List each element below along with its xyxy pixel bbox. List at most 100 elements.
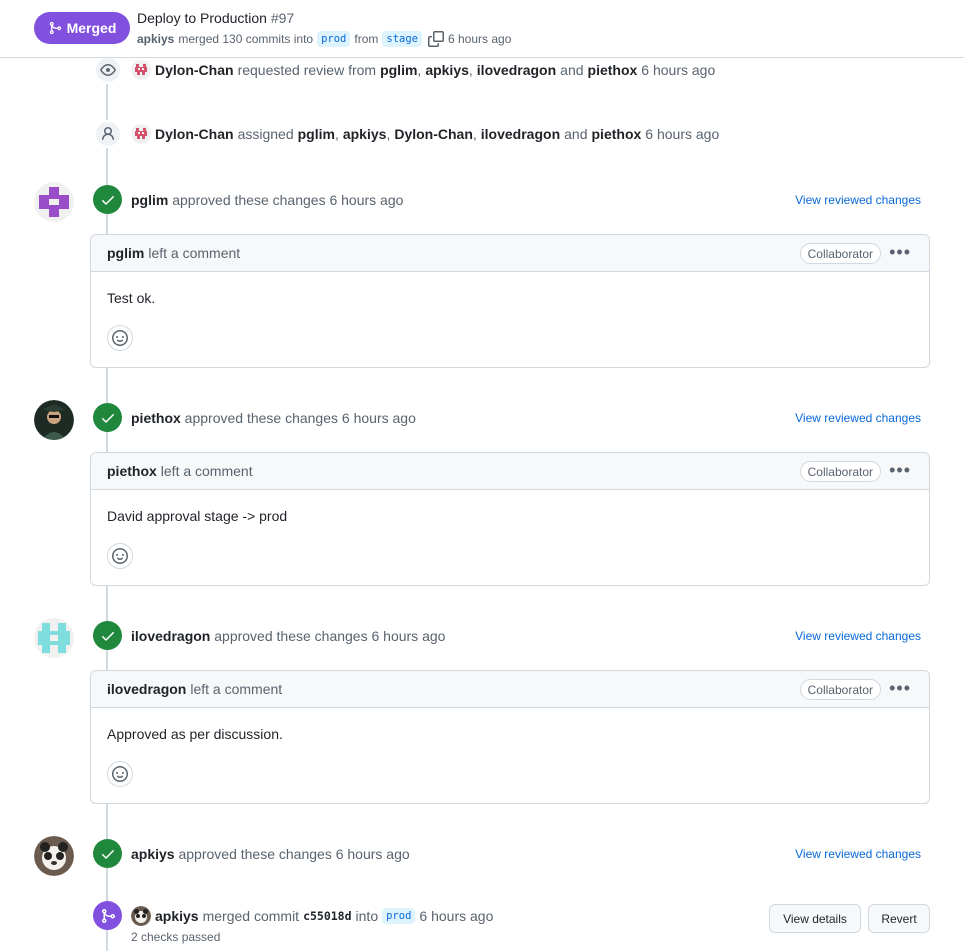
review-time[interactable]: 6 hours ago [371, 628, 445, 644]
comment-body: Test ok. [107, 290, 156, 306]
pr-from-text: from [354, 32, 379, 46]
reviewer-link[interactable]: ilovedragon [477, 62, 556, 78]
pr-title: Deploy to Production #97 [137, 10, 294, 26]
comment-body: Approved as per discussion. [107, 726, 283, 742]
approved-text: approved these changes [214, 628, 368, 644]
comment-author-link[interactable]: ilovedragon [107, 681, 186, 697]
merge-event: apkiys merged commit c55018d into prod 6… [131, 906, 493, 926]
reviewer-link[interactable]: ilovedragon [131, 628, 210, 644]
view-reviewed-changes-link[interactable]: View reviewed changes [795, 193, 921, 207]
reviewer-link[interactable]: apkiys [131, 846, 175, 862]
approved-badge [93, 621, 122, 650]
view-reviewed-changes-link[interactable]: View reviewed changes [795, 411, 921, 425]
reviewer-link[interactable]: pglim [380, 62, 417, 78]
assignee-link[interactable]: apkiys [343, 126, 387, 142]
kebab-horizontal-icon[interactable]: ••• [889, 461, 911, 479]
check-icon [101, 195, 114, 205]
check-icon [101, 631, 114, 641]
kebab-horizontal-icon[interactable]: ••• [889, 243, 911, 261]
approved-badge [93, 185, 122, 214]
eye-icon [100, 64, 116, 76]
collaborator-badge: Collaborator [799, 243, 881, 264]
assignee-link[interactable]: ilovedragon [481, 126, 560, 142]
review-summary: ilovedragon approved these changes 6 hou… [131, 628, 445, 644]
event-time[interactable]: 6 hours ago [419, 908, 493, 924]
actor-link[interactable]: Dylon-Chan [155, 126, 234, 142]
avatar[interactable] [34, 400, 74, 440]
assigned-event: Dylon-Chan assigned pglim, apkiys, Dylon… [131, 124, 719, 144]
actor-link[interactable]: Dylon-Chan [155, 62, 234, 78]
event-action: merged commit [202, 908, 300, 924]
pr-author-link[interactable]: apkiys [137, 32, 174, 46]
collaborator-badge: Collaborator [799, 679, 881, 700]
approved-text: approved these changes [172, 192, 326, 208]
base-branch-chip[interactable]: prod [317, 31, 351, 47]
pr-number: #97 [270, 10, 295, 26]
reviewer-link[interactable]: piethox [131, 410, 181, 426]
head-branch-chip[interactable]: stage [382, 31, 422, 47]
assignee-link[interactable]: Dylon-Chan [394, 126, 473, 142]
reviewer-link[interactable]: pglim [131, 192, 168, 208]
comment-action: left a comment [190, 681, 283, 697]
comment-author-link[interactable]: piethox [107, 463, 157, 479]
smiley-icon [112, 766, 128, 782]
add-reaction-button[interactable] [107, 325, 133, 351]
avatar[interactable] [34, 182, 74, 222]
smiley-icon [112, 330, 128, 346]
reviewer-link[interactable]: piethox [588, 62, 638, 78]
merge-event-badge [93, 901, 122, 930]
avatar[interactable] [131, 906, 151, 926]
review-summary: apkiys approved these changes 6 hours ag… [131, 846, 410, 862]
comment-author-link[interactable]: pglim [107, 245, 144, 261]
avatar[interactable] [131, 124, 151, 144]
avatar[interactable] [131, 60, 151, 80]
assignee-link[interactable]: pglim [298, 126, 335, 142]
review-time[interactable]: 6 hours ago [342, 410, 416, 426]
review-comment: piethox left a comment Collaborator ••• … [90, 452, 930, 586]
event-time[interactable]: 6 hours ago [641, 62, 715, 78]
avatar[interactable] [34, 618, 74, 658]
review-comment: ilovedragon left a comment Collaborator … [90, 670, 930, 804]
merged-label: Merged [66, 20, 117, 36]
review-time[interactable]: 6 hours ago [336, 846, 410, 862]
comment-action: left a comment [160, 463, 253, 479]
revert-button[interactable]: Revert [868, 904, 930, 933]
assigned-badge [94, 120, 122, 148]
event-action: assigned [237, 126, 294, 142]
event-action: requested review from [237, 62, 377, 78]
view-reviewed-changes-link[interactable]: View reviewed changes [795, 629, 921, 643]
avatar[interactable] [34, 836, 74, 876]
collaborator-badge: Collaborator [799, 461, 881, 482]
add-reaction-button[interactable] [107, 543, 133, 569]
pr-sticky-header: Merged Deploy to Production #97 apkiys m… [0, 0, 964, 58]
assignee-link[interactable]: piethox [592, 126, 642, 142]
approved-text: approved these changes [178, 846, 332, 862]
smiley-icon [112, 548, 128, 564]
review-request-event: Dylon-Chan requested review from pglim, … [131, 60, 715, 80]
check-icon [101, 413, 114, 423]
merged-state-badge: Merged [34, 12, 130, 44]
and-text: and [564, 126, 588, 142]
pr-title-text[interactable]: Deploy to Production [137, 10, 267, 26]
view-details-button[interactable]: View details [769, 904, 861, 933]
pr-merge-time[interactable]: 6 hours ago [448, 32, 511, 46]
event-time[interactable]: 6 hours ago [645, 126, 719, 142]
pr-meta: apkiys merged 130 commits into prod from… [137, 31, 511, 47]
checks-status[interactable]: 2 checks passed [131, 930, 220, 944]
commit-sha-link[interactable]: c55018d [303, 909, 351, 923]
git-merge-icon [49, 21, 61, 35]
add-reaction-button[interactable] [107, 761, 133, 787]
person-icon [102, 127, 114, 141]
review-comment: pglim left a comment Collaborator ••• Te… [90, 234, 930, 368]
review-summary: piethox approved these changes 6 hours a… [131, 410, 416, 426]
approved-text: approved these changes [184, 410, 339, 426]
branch-chip[interactable]: prod [382, 908, 416, 924]
view-reviewed-changes-link[interactable]: View reviewed changes [795, 847, 921, 861]
reviewer-link[interactable]: apkiys [425, 62, 469, 78]
actor-link[interactable]: apkiys [155, 908, 199, 924]
copy-icon[interactable] [428, 31, 444, 47]
review-request-badge [94, 56, 122, 84]
kebab-horizontal-icon[interactable]: ••• [889, 679, 911, 697]
git-merge-icon [101, 908, 115, 923]
review-time[interactable]: 6 hours ago [329, 192, 403, 208]
